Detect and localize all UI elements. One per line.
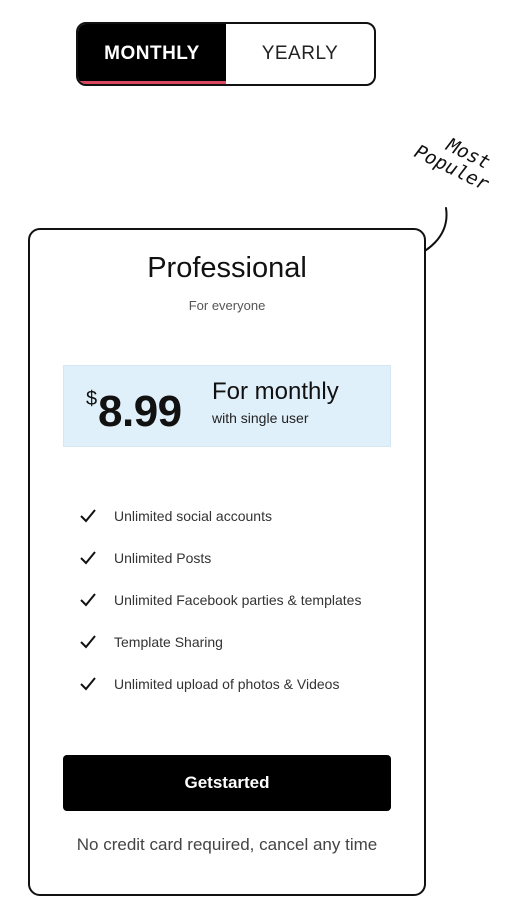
list-item: Unlimited Facebook parties & templates [80,579,361,621]
feature-label: Unlimited Facebook parties & templates [114,592,362,608]
check-icon [80,677,96,691]
list-item: Template Sharing [80,621,361,663]
monthly-tab[interactable]: MONTHLY [78,24,226,84]
pricing-card: Professional For everyone $ 8.99 For mon… [28,228,426,896]
feature-label: Unlimited upload of photos & Videos [114,676,340,692]
get-started-button[interactable]: Getstarted [63,755,391,811]
list-item: Unlimited social accounts [80,495,361,537]
price-period: For monthly [212,378,339,405]
check-icon [80,593,96,607]
price-users: with single user [212,410,309,426]
currency-symbol: $ [86,388,98,410]
price-box: $ 8.99 For monthly with single user [63,365,391,447]
plan-subtitle: For everyone [188,298,266,313]
feature-label: Unlimited social accounts [114,508,272,524]
feature-label: Template Sharing [114,634,223,650]
price-amount: 8.99 [98,387,182,436]
no-credit-card-note: No credit card required, cancel any time [76,835,378,854]
list-item: Unlimited Posts [80,537,361,579]
list-item: Unlimited upload of photos & Videos [80,663,361,705]
check-icon [80,551,96,565]
yearly-tab[interactable]: YEARLY [226,24,374,84]
check-icon [80,509,96,523]
feature-list: Unlimited social accounts Unlimited Post… [80,495,361,705]
feature-label: Unlimited Posts [114,550,212,566]
check-icon [80,635,96,649]
billing-toggle: MONTHLY YEARLY [76,22,376,86]
plan-title: Professional [147,252,307,284]
